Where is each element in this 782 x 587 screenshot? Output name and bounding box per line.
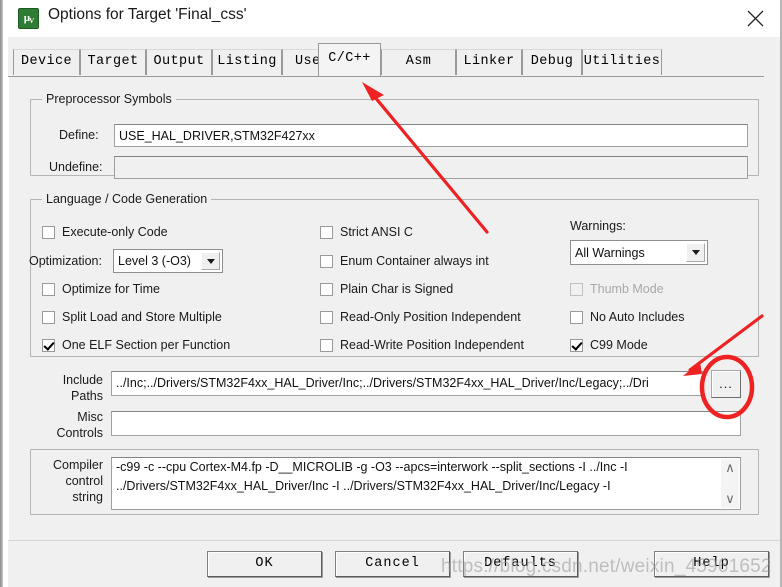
checkbox-label: Strict ANSI C xyxy=(340,225,413,239)
keil-uvision-icon: µV xyxy=(18,8,39,29)
checkbox-box xyxy=(320,254,333,268)
tab-device[interactable]: Device xyxy=(13,49,80,75)
checkbox-box xyxy=(42,310,55,324)
define-input[interactable]: USE_HAL_DRIVER,STM32F427xx xyxy=(114,124,748,147)
cancel-button[interactable]: Cancel xyxy=(335,551,450,577)
checkbox-enum-container-always-int[interactable]: Enum Container always int xyxy=(320,252,489,270)
checkbox-label: Split Load and Store Multiple xyxy=(62,310,222,324)
cpp-settings-page: Preprocessor Symbols Define: USE_HAL_DRI… xyxy=(8,77,772,540)
tab-cpp[interactable]: C/C++ xyxy=(318,43,381,76)
checkbox-box xyxy=(320,225,333,239)
language-code-generation-label: Language / Code Generation xyxy=(42,192,212,206)
misc-controls-label-line2: Controls xyxy=(56,426,103,440)
misc-controls-label-line1: Misc xyxy=(77,410,103,424)
chevron-down-icon[interactable] xyxy=(201,252,220,270)
checkbox-label: No Auto Includes xyxy=(590,310,685,324)
checkbox-label: Read-Write Position Independent xyxy=(340,338,524,352)
checkbox-label: One ELF Section per Function xyxy=(62,338,231,352)
checkbox-optimize-for-time[interactable]: Optimize for Time xyxy=(42,280,160,298)
define-label: Define: xyxy=(59,128,99,142)
include-paths-label-line1: Include xyxy=(62,373,103,387)
checkbox-box xyxy=(42,338,55,352)
optimization-select[interactable]: Level 3 (-O3) xyxy=(113,249,223,273)
optimization-value: Level 3 (-O3) xyxy=(118,254,191,268)
window-title: Options for Target 'Final_css' xyxy=(48,6,247,23)
checkbox-c99-mode[interactable]: C99 Mode xyxy=(570,336,648,354)
checkbox-box xyxy=(570,282,583,296)
chevron-down-icon[interactable] xyxy=(686,243,705,262)
checkbox-thumb-mode[interactable]: Thumb Mode xyxy=(570,280,664,298)
checkbox-read-write-position-independent[interactable]: Read-Write Position Independent xyxy=(320,336,524,354)
checkbox-label: Optimize for Time xyxy=(62,282,160,296)
compiler-label-line1: Compiler xyxy=(52,458,103,472)
checkbox-one-elf-section-per-function[interactable]: One ELF Section per Function xyxy=(42,336,230,354)
watermark-text: https://blog.csdn.net/weixin_45961652 xyxy=(441,556,772,577)
checkbox-label: Execute-only Code xyxy=(62,225,168,239)
checkbox-box xyxy=(320,282,333,296)
include-paths-browse-button[interactable]: ... xyxy=(711,370,741,398)
undefine-input[interactable] xyxy=(114,156,748,179)
compiler-control-string-textarea[interactable]: -c99 -c --cpu Cortex-M4.fp -D__MICROLIB … xyxy=(111,457,741,510)
checkbox-label: Plain Char is Signed xyxy=(340,282,454,296)
tab-listing[interactable]: Listing xyxy=(212,49,282,75)
compiler-label-line2: control xyxy=(65,474,103,488)
compiler-label-line3: string xyxy=(72,490,103,504)
checkbox-label: Thumb Mode xyxy=(590,282,664,296)
checkbox-box xyxy=(320,338,333,352)
optimization-label: Optimization: xyxy=(29,254,102,268)
checkbox-no-auto-includes[interactable]: No Auto Includes xyxy=(570,308,685,326)
tab-linker[interactable]: Linker xyxy=(456,49,522,75)
checkbox-strict-ansi-c[interactable]: Strict ANSI C xyxy=(320,223,413,241)
scroll-down-icon[interactable]: ∨ xyxy=(725,492,735,505)
undefine-label: Undefine: xyxy=(49,160,103,174)
warnings-value: All Warnings xyxy=(575,245,645,260)
checkbox-box xyxy=(42,225,55,239)
compiler-string-line: -c99 -c --cpu Cortex-M4.fp -D__MICROLIB … xyxy=(116,460,628,474)
checkbox-box xyxy=(570,338,583,352)
checkbox-plain-char-is-signed[interactable]: Plain Char is Signed xyxy=(320,280,453,298)
tab-debug[interactable]: Debug xyxy=(522,49,582,75)
compiler-string-scrollbar[interactable]: ∧ ∨ xyxy=(721,459,739,508)
tab-utilities[interactable]: Utilities xyxy=(582,49,662,75)
preprocessor-symbols-label: Preprocessor Symbols xyxy=(42,92,176,106)
compiler-string-line: ../Drivers/STM32F4xx_HAL_Driver/Inc -I .… xyxy=(116,479,611,493)
tab-target[interactable]: Target xyxy=(80,49,146,75)
scroll-up-icon[interactable]: ∧ xyxy=(725,461,735,474)
checkbox-box xyxy=(570,310,583,324)
include-paths-label-line2: Paths xyxy=(71,389,103,403)
checkbox-label: Enum Container always int xyxy=(340,254,489,268)
checkbox-execute-only-code[interactable]: Execute-only Code xyxy=(42,223,168,241)
warnings-label: Warnings: xyxy=(570,219,626,233)
close-icon[interactable] xyxy=(732,0,778,37)
title-bar: µV Options for Target 'Final_css' xyxy=(8,0,780,37)
checkbox-label: C99 Mode xyxy=(590,338,648,352)
include-paths-input[interactable]: ../Inc;../Drivers/STM32F4xx_HAL_Driver/I… xyxy=(111,371,703,396)
tab-output[interactable]: Output xyxy=(146,49,212,75)
tab-strip: Device Target Output Listing User C/C++ … xyxy=(8,37,780,77)
checkbox-read-only-position-independent[interactable]: Read-Only Position Independent xyxy=(320,308,521,326)
warnings-select[interactable]: All Warnings xyxy=(570,240,708,265)
options-dialog: µV Options for Target 'Final_css' Device… xyxy=(0,0,782,587)
misc-controls-input[interactable] xyxy=(111,411,741,436)
checkbox-label: Read-Only Position Independent xyxy=(340,310,521,324)
ok-button[interactable]: OK xyxy=(207,551,322,577)
tab-asm[interactable]: Asm xyxy=(381,49,456,75)
checkbox-box xyxy=(42,282,55,296)
checkbox-split-load-and-store-multiple[interactable]: Split Load and Store Multiple xyxy=(42,308,222,326)
checkbox-box xyxy=(320,310,333,324)
